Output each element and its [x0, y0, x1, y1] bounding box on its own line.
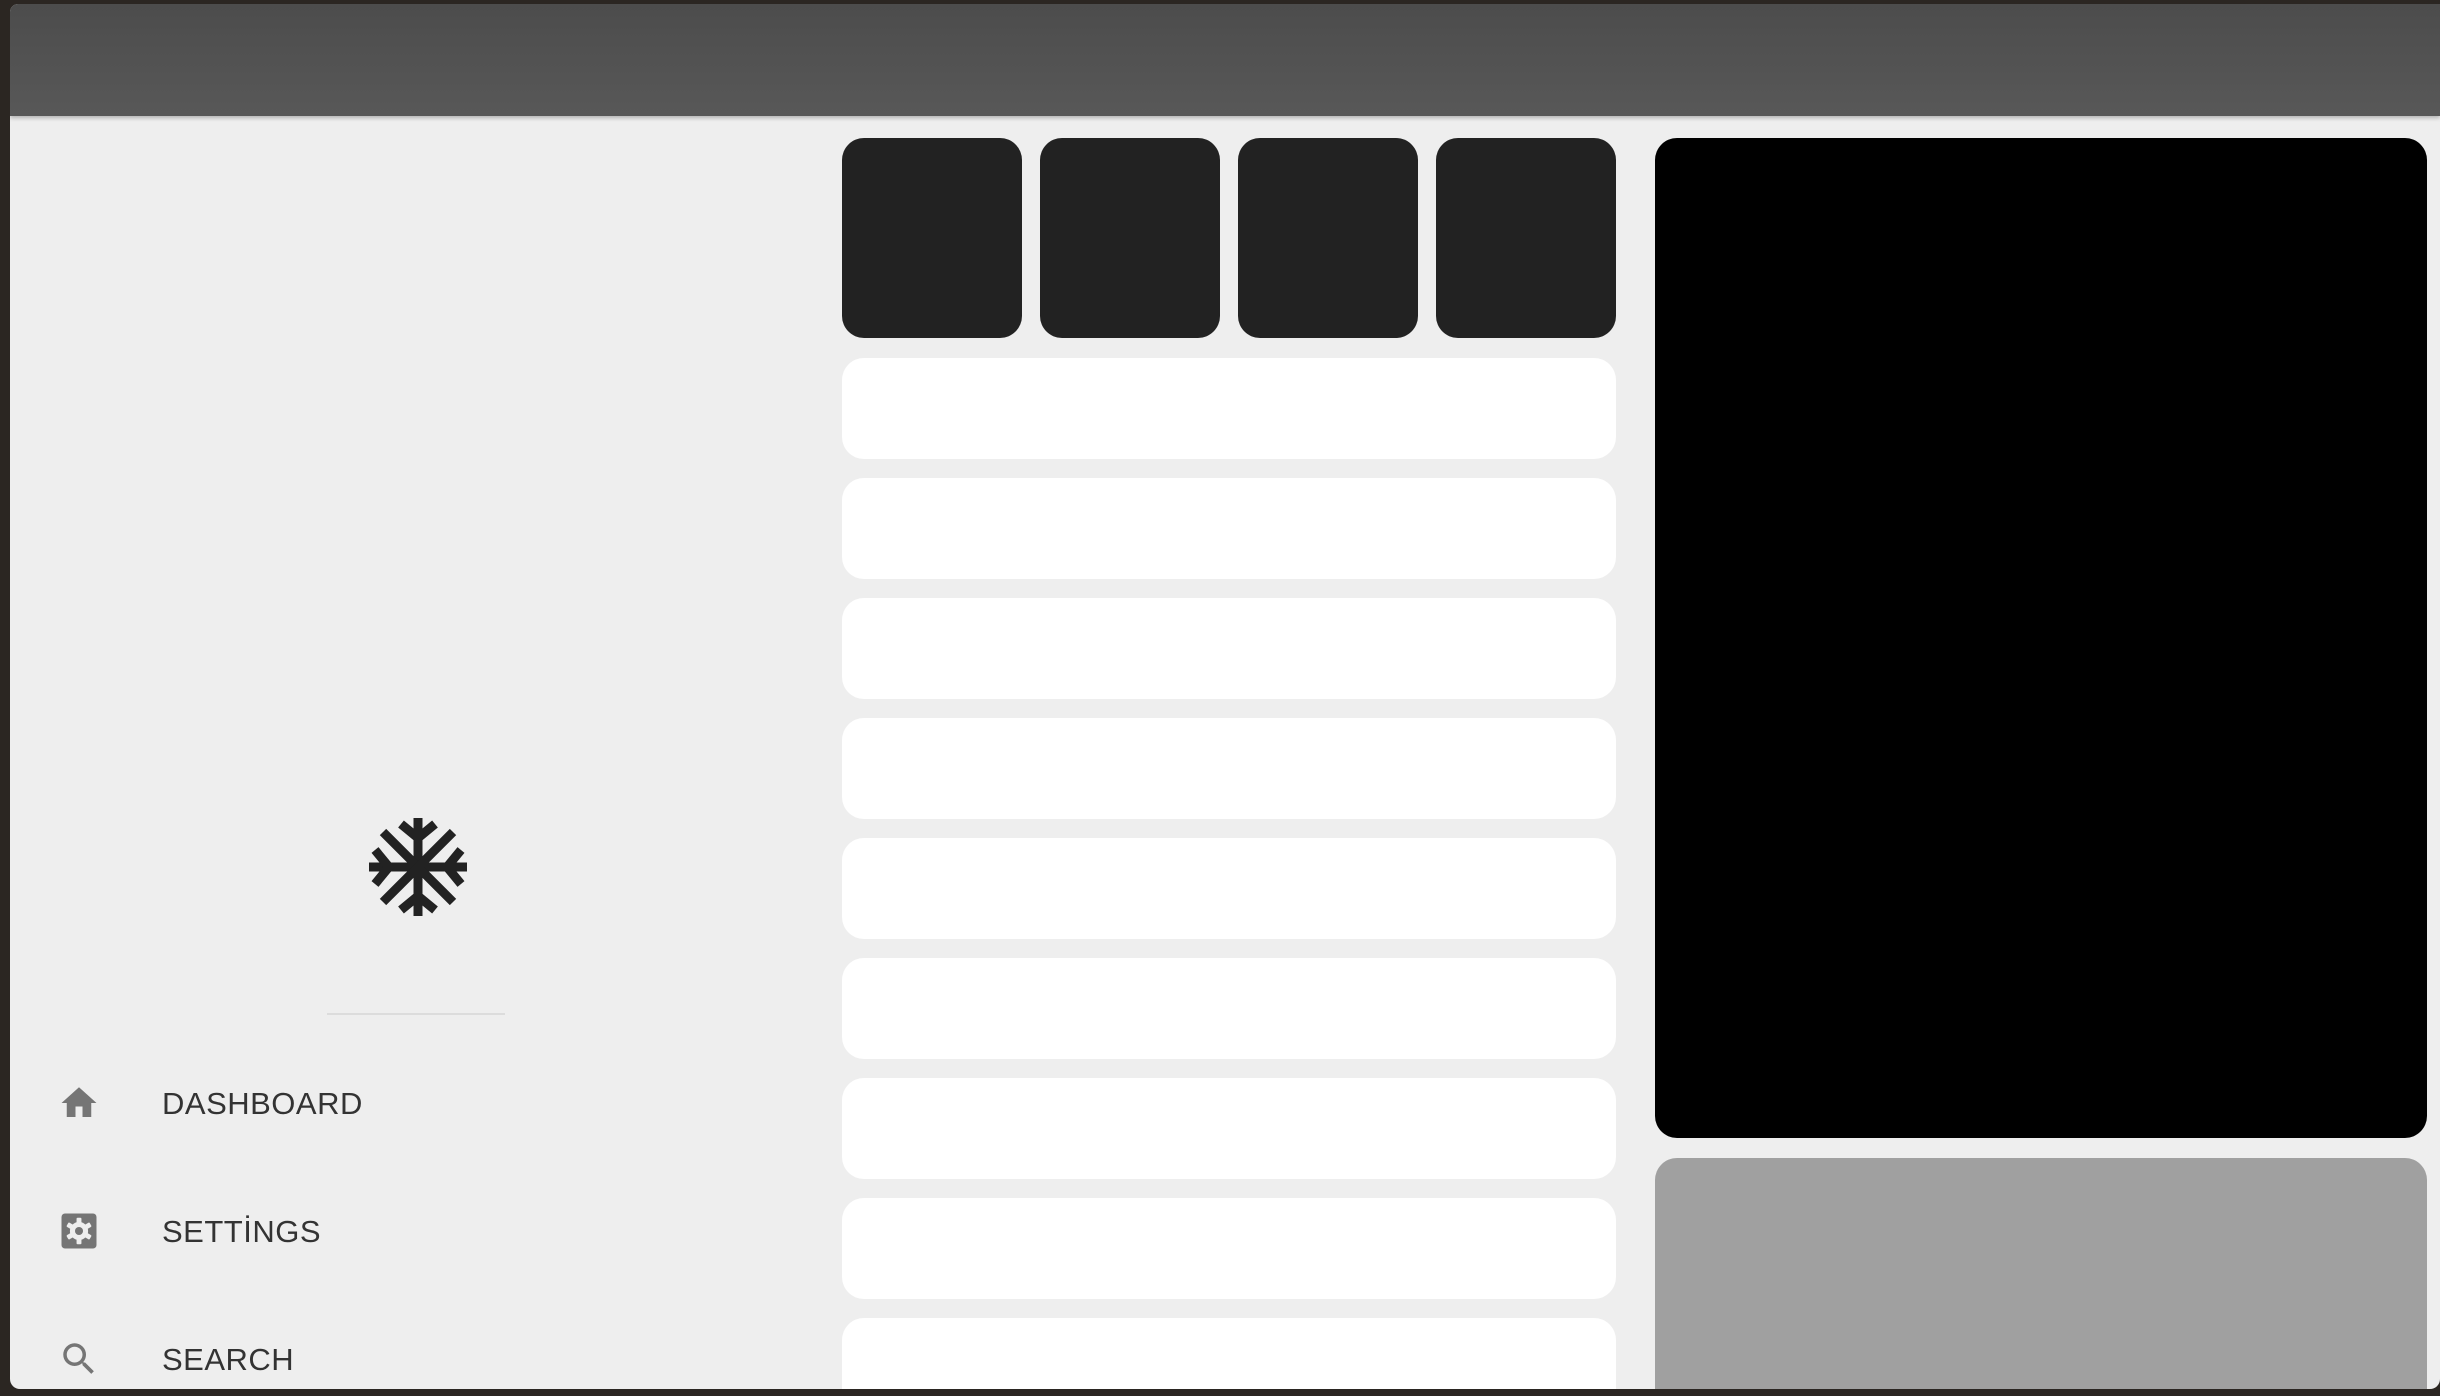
sidebar-item-dashboard[interactable]: DASHBOARD: [10, 1052, 570, 1152]
tile-grid: [842, 138, 1622, 338]
sidebar-item-settings[interactable]: SETTİNGS: [10, 1180, 570, 1280]
tile-4[interactable]: [1436, 138, 1616, 338]
tile-3[interactable]: [1238, 138, 1418, 338]
secondary-panel: [1655, 1158, 2427, 1389]
list-item[interactable]: [842, 1078, 1616, 1179]
list-item[interactable]: [842, 478, 1616, 579]
gear-icon: [61, 1213, 97, 1249]
tile-1[interactable]: [842, 138, 1022, 338]
list-item[interactable]: [842, 958, 1616, 1059]
list-item[interactable]: [842, 358, 1616, 459]
sidebar-item-label: SETTİNGS: [162, 1214, 322, 1249]
sidebar-item-label: DASHBOARD: [162, 1086, 363, 1121]
app-window: DASHBOARD SETTİNGS SEARCH: [10, 4, 2440, 1389]
home-icon: [61, 1087, 97, 1117]
list-item[interactable]: [842, 718, 1616, 819]
preview-panel: [1655, 138, 2427, 1138]
sidebar: DASHBOARD SETTİNGS SEARCH: [10, 116, 830, 1389]
list-item[interactable]: [842, 1318, 1616, 1389]
asterisk-icon: [369, 818, 467, 916]
list-item[interactable]: [842, 838, 1616, 939]
app-logo: [365, 814, 471, 920]
sidebar-divider: [327, 1013, 505, 1015]
sidebar-item-label: SEARCH: [162, 1342, 295, 1377]
list-item[interactable]: [842, 598, 1616, 699]
sidebar-item-search[interactable]: SEARCH: [10, 1308, 570, 1389]
list-item[interactable]: [842, 1198, 1616, 1299]
tile-2[interactable]: [1040, 138, 1220, 338]
search-icon: [63, 1343, 94, 1374]
title-bar[interactable]: [10, 4, 2440, 116]
